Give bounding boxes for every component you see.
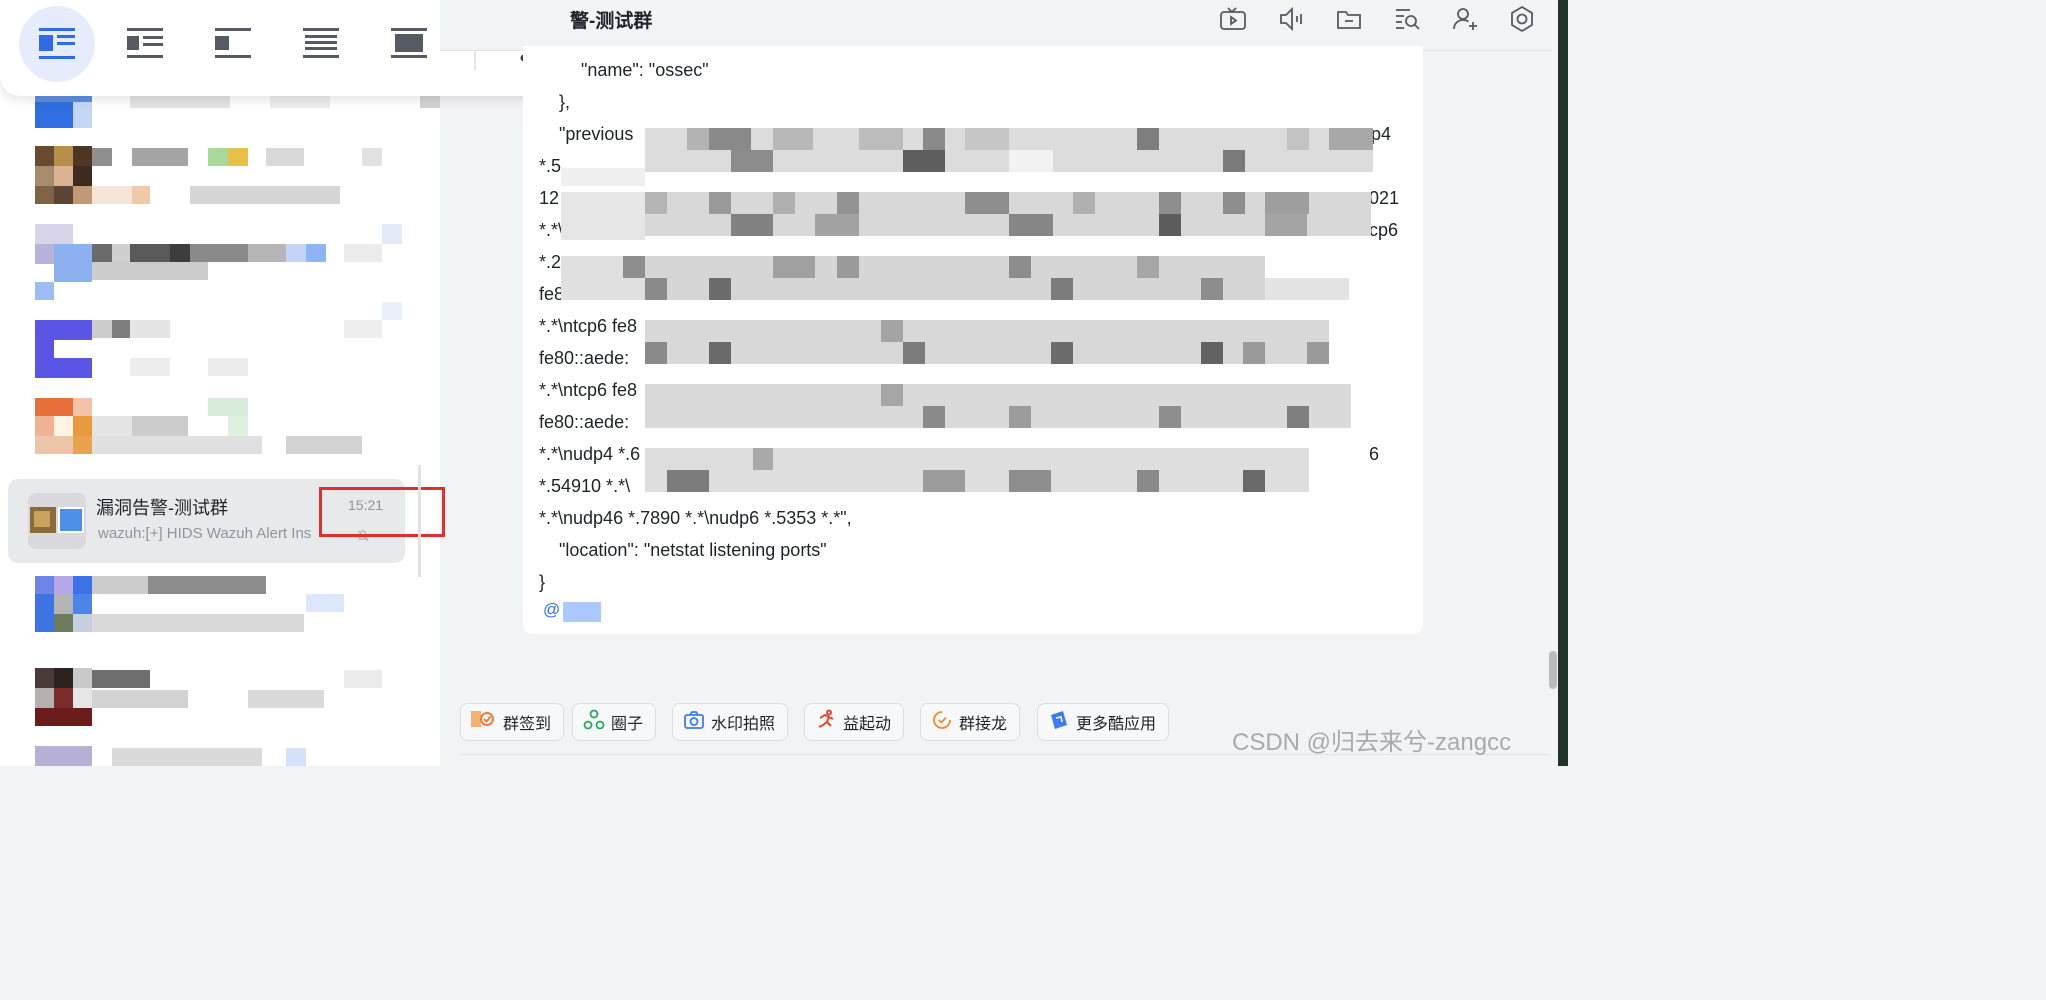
chat-header: 警-测试群	[440, 0, 1552, 51]
message-text-line: *.*\ntcp6 fe8	[539, 380, 638, 400]
layout-dense-view-icon[interactable]	[371, 6, 447, 82]
chat-list-item-redacted[interactable]	[0, 576, 420, 652]
layout-list-view-icon[interactable]	[19, 6, 95, 82]
message-text-line: 021	[1369, 188, 1400, 208]
message-text-line: *.2	[539, 252, 562, 272]
message-scrollbar[interactable]	[1549, 651, 1557, 689]
speaker-icon[interactable]	[1276, 4, 1306, 34]
video-icon[interactable]	[1218, 4, 1248, 34]
message-text-line: *.5	[539, 156, 562, 176]
desktop-background-strip	[1558, 0, 1568, 766]
message-text-line: 6	[1369, 444, 1380, 464]
more-apps-icon	[1048, 709, 1070, 736]
app-button-label: 益起动	[843, 716, 892, 733]
message-text-line: "location": "netstat listening ports"	[559, 540, 827, 560]
chat-list-item-redacted[interactable]	[0, 668, 420, 744]
chat-last-message-preview: wazuh:[+] HIDS Wazuh Alert Ins	[98, 525, 312, 542]
message-text-line: },	[559, 92, 571, 112]
message-text-line: fe80::aede:	[539, 412, 630, 432]
camera-icon	[683, 709, 705, 736]
app-button-label: 更多酷应用	[1076, 716, 1157, 733]
message-text-line: }	[539, 572, 546, 592]
chat-header-title: 警-测试群	[570, 11, 653, 32]
message-text-line: "name": "ossec"	[581, 60, 709, 80]
chat-list-item-redacted[interactable]	[0, 746, 420, 822]
chat-list-item-redacted[interactable]	[0, 302, 420, 378]
app-button-sign-in[interactable]: 群签到	[460, 703, 565, 741]
layout-card-view-icon[interactable]	[107, 6, 183, 82]
chat-list-item-redacted[interactable]	[0, 146, 420, 222]
layout-text-view-icon[interactable]	[283, 6, 359, 82]
message-text-line: fe80::aede:	[539, 348, 630, 368]
message-text-line: cp6	[1369, 220, 1399, 240]
app-button-label: 水印拍照	[711, 716, 776, 733]
app-button-relay[interactable]: 群接龙	[920, 703, 1021, 741]
circle-icon	[583, 709, 605, 736]
chat-list-panel: 漏洞告警-测试群 15:21 wazuh:[+] HIDS Wazuh Aler…	[0, 0, 445, 766]
message-text-line: *.*\	[539, 220, 564, 240]
search-history-icon[interactable]	[1392, 4, 1422, 34]
message-text-line: "previous	[559, 124, 634, 144]
message-text-line: *.*\nudp4 *.6	[539, 444, 641, 464]
app-button-camera[interactable]: 水印拍照	[672, 703, 789, 741]
chat-title: 漏洞告警-测试群	[96, 498, 228, 518]
app-button-more-apps[interactable]: 更多酷应用	[1037, 703, 1170, 741]
chat-list-item-redacted[interactable]	[0, 378, 420, 454]
app-button-run[interactable]: 益起动	[804, 703, 905, 741]
layout-compact-view-icon[interactable]	[195, 6, 271, 82]
sign-in-icon	[471, 709, 497, 736]
mention-link[interactable]: @	[543, 600, 560, 620]
folder-icon[interactable]	[1334, 4, 1364, 34]
redacted-mention-name	[563, 602, 601, 622]
add-member-icon[interactable]	[1450, 4, 1480, 34]
watermark-text: CSDN @归去来兮-zangcc	[1232, 729, 1512, 756]
relay-icon	[931, 709, 953, 736]
app-button-label: 群接龙	[959, 716, 1008, 733]
settings-icon[interactable]	[1507, 4, 1537, 34]
message-text-line: p4	[1371, 124, 1392, 144]
message-text-line: *.*\nudp46 *.7890 *.*\nudp6 *.5353 *.*",	[539, 508, 852, 528]
group-avatar	[28, 493, 86, 549]
message-text-line: 12	[539, 188, 560, 208]
message-text-line: *.54910 *.*\	[539, 476, 631, 496]
app-button-label: 圈子	[611, 716, 644, 733]
message-text-line: *.*\ntcp6 fe8	[539, 316, 638, 336]
annotation-highlight-box	[319, 487, 445, 537]
app-button-label: 群签到	[503, 716, 552, 733]
run-icon	[815, 709, 837, 736]
chat-list-scrollbar[interactable]	[418, 465, 421, 577]
app-button-circle[interactable]: 圈子	[572, 703, 657, 741]
chat-list-item-redacted[interactable]	[0, 224, 420, 300]
message-bubble: "name": "ossec" }, "previous p4 *.5 12 0…	[523, 46, 1423, 634]
